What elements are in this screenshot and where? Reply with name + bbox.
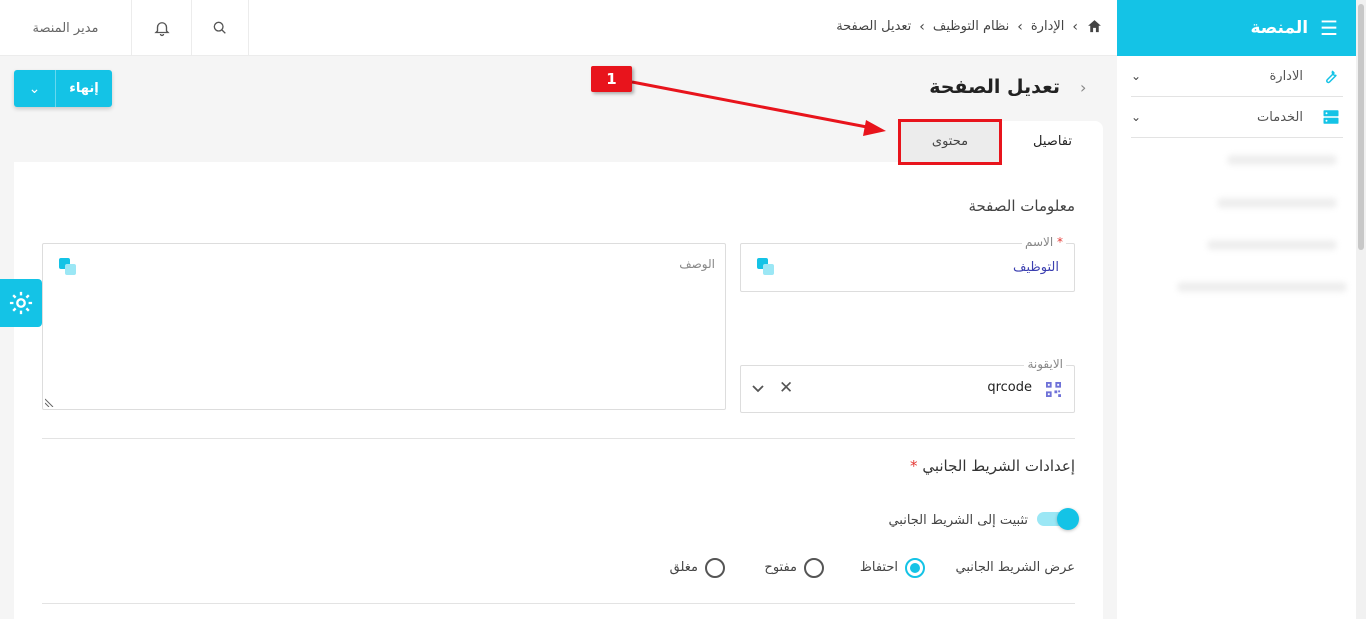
annotation-badge: 1 [591, 66, 632, 92]
icon-label: الايقونة [1024, 357, 1066, 371]
breadcrumb-item-admin[interactable]: الإدارة [1031, 19, 1065, 34]
pin-to-sidebar-toggle[interactable] [1037, 508, 1079, 530]
radio-open-label: مفتوح [764, 560, 797, 575]
tab-details[interactable]: تفاصيل [1002, 121, 1103, 162]
settings-button[interactable] [0, 279, 42, 327]
sidebar-header: المنصة ☰ [1117, 0, 1356, 56]
breadcrumb-item-recruitment[interactable]: نظام التوظيف [933, 19, 1009, 34]
breadcrumb-item-edit-page: تعديل الصفحة [836, 19, 912, 34]
scrollbar-thumb[interactable] [1358, 4, 1364, 250]
tab-label: تفاصيل [1033, 134, 1072, 149]
blurred-placeholder [1207, 240, 1337, 250]
server-icon [1321, 107, 1341, 127]
sidebar-item-admin[interactable]: ⌄ الادارة [1131, 56, 1343, 97]
chevron-left-icon: ‹ [1072, 18, 1078, 35]
description-label: الوصف [679, 257, 715, 271]
blurred-placeholder [1217, 198, 1337, 208]
breadcrumb: ‹ الإدارة ‹ نظام التوظيف ‹ تعديل الصفحة [836, 18, 1103, 35]
sidebar-display-label: عرض الشريط الجانبي [955, 560, 1075, 575]
required-mark: * [910, 457, 918, 475]
chevron-down-icon: ⌄ [1131, 69, 1142, 83]
wrench-icon [1321, 66, 1341, 86]
sidebar-item-label: الخدمات [1257, 109, 1303, 125]
bell-icon [153, 22, 170, 37]
chevron-right-icon[interactable]: › [1080, 78, 1086, 97]
radio-keep-label: احتفاظ [859, 560, 898, 575]
annotation-highlight [898, 119, 1002, 165]
chevron-down-icon[interactable]: ⌄ [14, 70, 56, 107]
top-bar: مدير المنصة ‹ الإدارة ‹ نظام التوظيف ‹ ت… [0, 0, 1117, 56]
radio-closed[interactable] [705, 558, 725, 578]
search-icon [213, 21, 226, 34]
radio-closed-label: مغلق [669, 560, 698, 575]
name-value: التوظيف [1013, 260, 1059, 275]
icon-value: qrcode [987, 380, 1032, 395]
user-menu[interactable]: مدير المنصة [0, 0, 132, 56]
gear-icon [9, 291, 33, 315]
divider [42, 603, 1075, 604]
name-field[interactable]: الاسم * التوظيف [740, 235, 1075, 292]
chevron-left-icon: ‹ [919, 18, 925, 35]
clear-icon[interactable]: ✕ [779, 378, 793, 398]
menu-icon[interactable]: ☰ [1320, 16, 1338, 40]
radio-open[interactable] [804, 558, 824, 578]
translate-icon[interactable] [757, 258, 775, 276]
chevron-down-icon: ⌄ [1131, 110, 1142, 124]
pin-to-sidebar-label: تثبيت إلى الشريط الجانبي [888, 513, 1028, 528]
sidebar-settings-title: * إعدادات الشريط الجانبي [910, 457, 1075, 475]
home-icon[interactable] [1086, 18, 1103, 35]
blurred-placeholder [1227, 155, 1337, 165]
qrcode-icon [1045, 381, 1061, 397]
finish-button[interactable]: ⌄ إنهاء [14, 70, 112, 107]
resize-handle-icon[interactable] [45, 397, 55, 407]
finish-button-label: إنهاء [69, 81, 99, 96]
user-name: مدير المنصة [32, 20, 99, 36]
blurred-placeholder [1177, 282, 1347, 292]
icon-field[interactable]: الايقونة qrcode ✕ [740, 357, 1075, 413]
radio-keep[interactable] [905, 558, 925, 578]
description-field[interactable]: الوصف [42, 243, 726, 410]
divider [42, 438, 1075, 439]
sidebar-item-services[interactable]: ⌄ الخدمات [1131, 97, 1343, 138]
sidebar-item-label: الادارة [1269, 68, 1303, 84]
sidebar-title: المنصة [1250, 18, 1309, 38]
chevron-down-icon[interactable] [751, 382, 765, 396]
page-title: تعديل الصفحة [929, 76, 1060, 98]
search-button[interactable] [192, 0, 249, 56]
name-label: الاسم * [1021, 235, 1066, 249]
sidebar: المنصة ☰ ⌄ الادارة ⌄ الخدمات [1117, 0, 1356, 619]
notifications-button[interactable] [132, 0, 192, 56]
chevron-left-icon: ‹ [1017, 18, 1023, 35]
section-title: معلومات الصفحة [968, 197, 1075, 215]
translate-icon[interactable] [59, 258, 77, 276]
